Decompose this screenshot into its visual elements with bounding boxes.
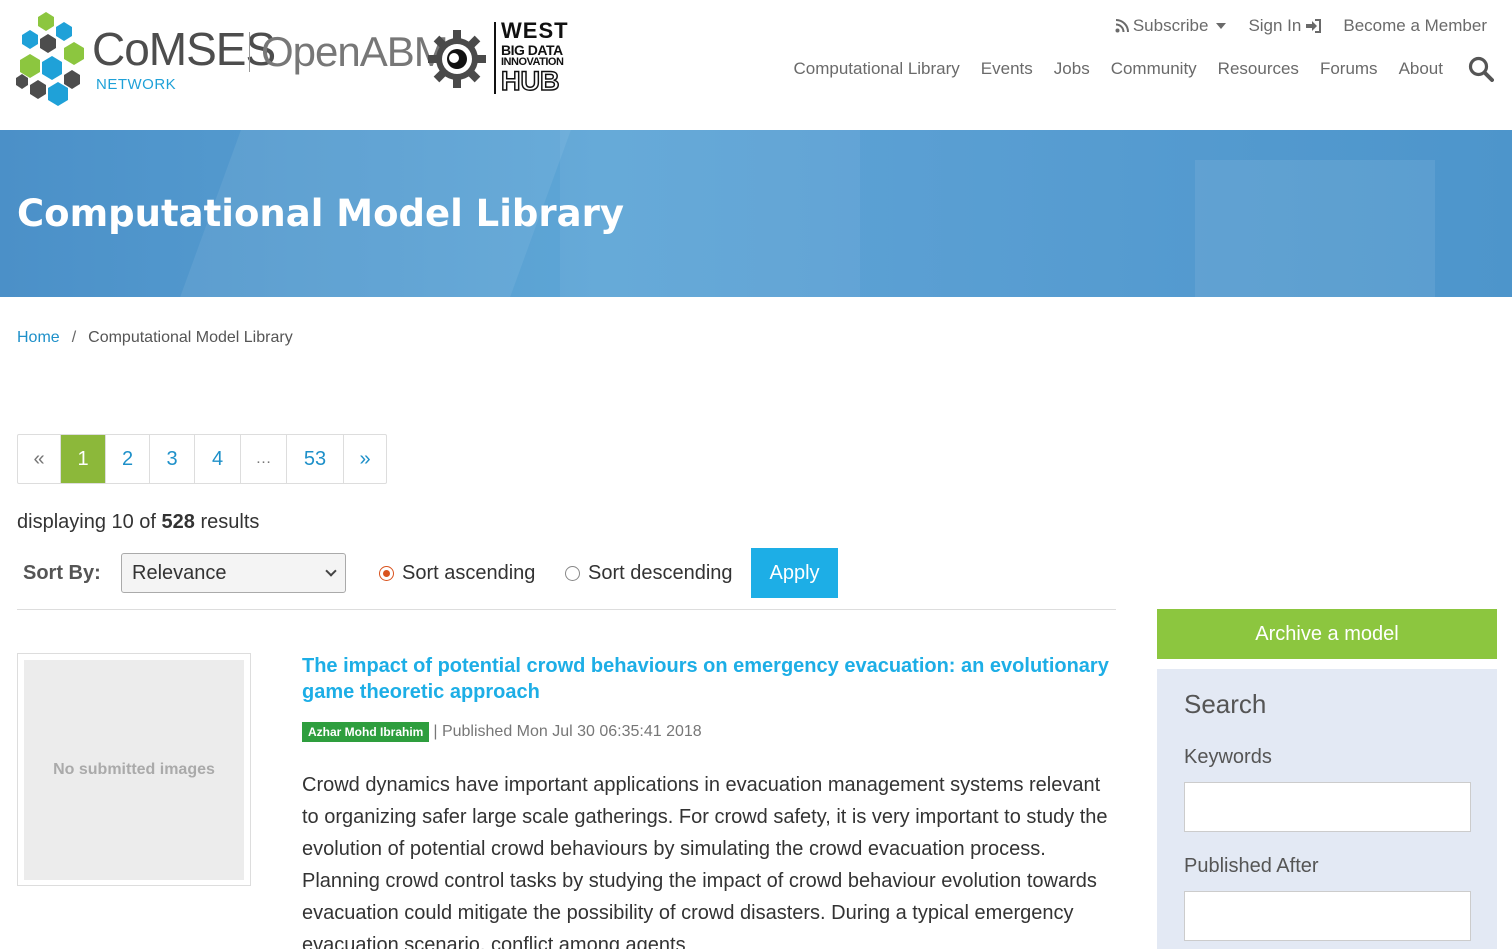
author-badge[interactable]: Azhar Mohd Ibrahim [302,722,430,742]
nav-events[interactable]: Events [981,59,1033,79]
nav-jobs[interactable]: Jobs [1054,59,1090,79]
west-logo-line1: WEST [501,18,569,43]
comses-logo[interactable]: CoMSES NETWORK OpenABM [16,12,449,106]
sort-by-selected-value: Relevance [132,561,227,584]
breadcrumb-separator: / [71,329,77,346]
result-title-link[interactable]: The impact of potential crowd behaviours… [302,653,1117,705]
breadcrumb: Home / Computational Model Library [17,329,293,347]
sign-in-icon [1306,19,1322,33]
comses-network-label: NETWORK [96,76,177,93]
west-logo-text: WEST BIG DATA INNOVATION HUB [500,18,569,96]
breadcrumb-home[interactable]: Home [17,329,60,347]
page-title: Computational Model Library [17,192,624,235]
published-date: | Published Mon Jul 30 06:35:41 2018 [433,723,702,740]
search-icon[interactable] [1468,56,1494,82]
results-count-suffix: results [200,511,260,533]
rss-icon [1115,19,1129,33]
openabm-wordmark: OpenABM [261,28,449,75]
subscribe-label: Subscribe [1132,16,1209,35]
pagination-page-2[interactable]: 2 [106,435,150,483]
comses-hexagon-icon [16,12,84,106]
nav-about[interactable]: About [1399,59,1443,79]
site-header: CoMSES NETWORK OpenABM WEST BIG DATA INN… [0,0,1512,130]
sign-in-link[interactable]: Sign In [1248,14,1322,38]
sort-ascending-radio[interactable]: Sort ascending [379,562,535,585]
no-image-placeholder: No submitted images [24,660,244,880]
banner-decoration [1195,160,1435,297]
comses-wordmark: CoMSES [92,23,276,75]
subscribe-dropdown[interactable]: Subscribe [1115,14,1227,38]
published-after-label: Published After [1184,855,1319,877]
archive-model-button[interactable]: Archive a model [1157,609,1497,659]
utility-links: Subscribe Sign In Become a Member [1115,14,1487,38]
logo-divider [249,32,250,72]
pagination-page-53[interactable]: 53 [287,435,344,483]
page-banner: Computational Model Library [0,130,1512,297]
results-total: 528 [161,511,195,533]
apply-button[interactable]: Apply [751,548,838,598]
result-meta: Azhar Mohd Ibrahim | Published Mon Jul 3… [302,722,702,742]
west-logo-line2: BIG DATA [501,42,563,58]
result-thumbnail[interactable]: No submitted images [17,653,251,886]
sort-descending-radio[interactable]: Sort descending [565,562,733,585]
sort-controls: Sort By: Relevance Sort ascending Sort d… [17,548,1117,598]
radio-selected-icon [379,566,394,581]
pagination-page-4[interactable]: 4 [195,435,241,483]
pagination-page-1[interactable]: 1 [61,435,106,483]
search-panel: Search Keywords Published After [1157,669,1497,949]
pagination-ellipsis: … [241,435,287,483]
breadcrumb-current: Computational Model Library [88,329,293,346]
results-count-prefix: displaying 10 of [17,511,156,533]
keywords-input[interactable] [1184,782,1471,832]
west-big-data-hub-logo[interactable]: WEST BIG DATA INNOVATION HUB [426,20,572,96]
pagination: « 1 2 3 4 … 53 » [17,434,387,484]
west-logo-bar [494,22,496,94]
chevron-down-icon [325,565,337,577]
radio-unselected-icon [565,566,580,581]
main-navigation: Computational Library Events Jobs Commun… [793,56,1494,82]
pagination-prev[interactable]: « [18,435,61,483]
nav-forums[interactable]: Forums [1320,59,1378,79]
gear-icon [428,30,486,88]
divider [17,609,1116,610]
search-panel-title: Search [1184,689,1267,719]
chevron-down-icon [1216,23,1227,29]
pagination-page-3[interactable]: 3 [150,435,195,483]
published-after-input[interactable] [1184,891,1471,941]
sort-descending-label: Sort descending [588,562,733,584]
sort-by-select[interactable]: Relevance [121,553,346,593]
sort-ascending-label: Sort ascending [402,562,536,584]
nav-computational-library[interactable]: Computational Library [793,59,959,79]
sign-in-label: Sign In [1248,16,1302,35]
sort-by-label: Sort By: [23,562,101,584]
result-description: Crowd dynamics have important applicatio… [302,774,1108,949]
results-count: displaying 10 of 528 results [17,511,259,534]
nav-resources[interactable]: Resources [1218,59,1299,79]
become-member-link[interactable]: Become a Member [1343,14,1487,38]
pagination-next[interactable]: » [344,435,386,483]
nav-community[interactable]: Community [1111,59,1197,79]
keywords-label: Keywords [1184,746,1272,768]
west-logo-line4: HUB [500,66,560,96]
